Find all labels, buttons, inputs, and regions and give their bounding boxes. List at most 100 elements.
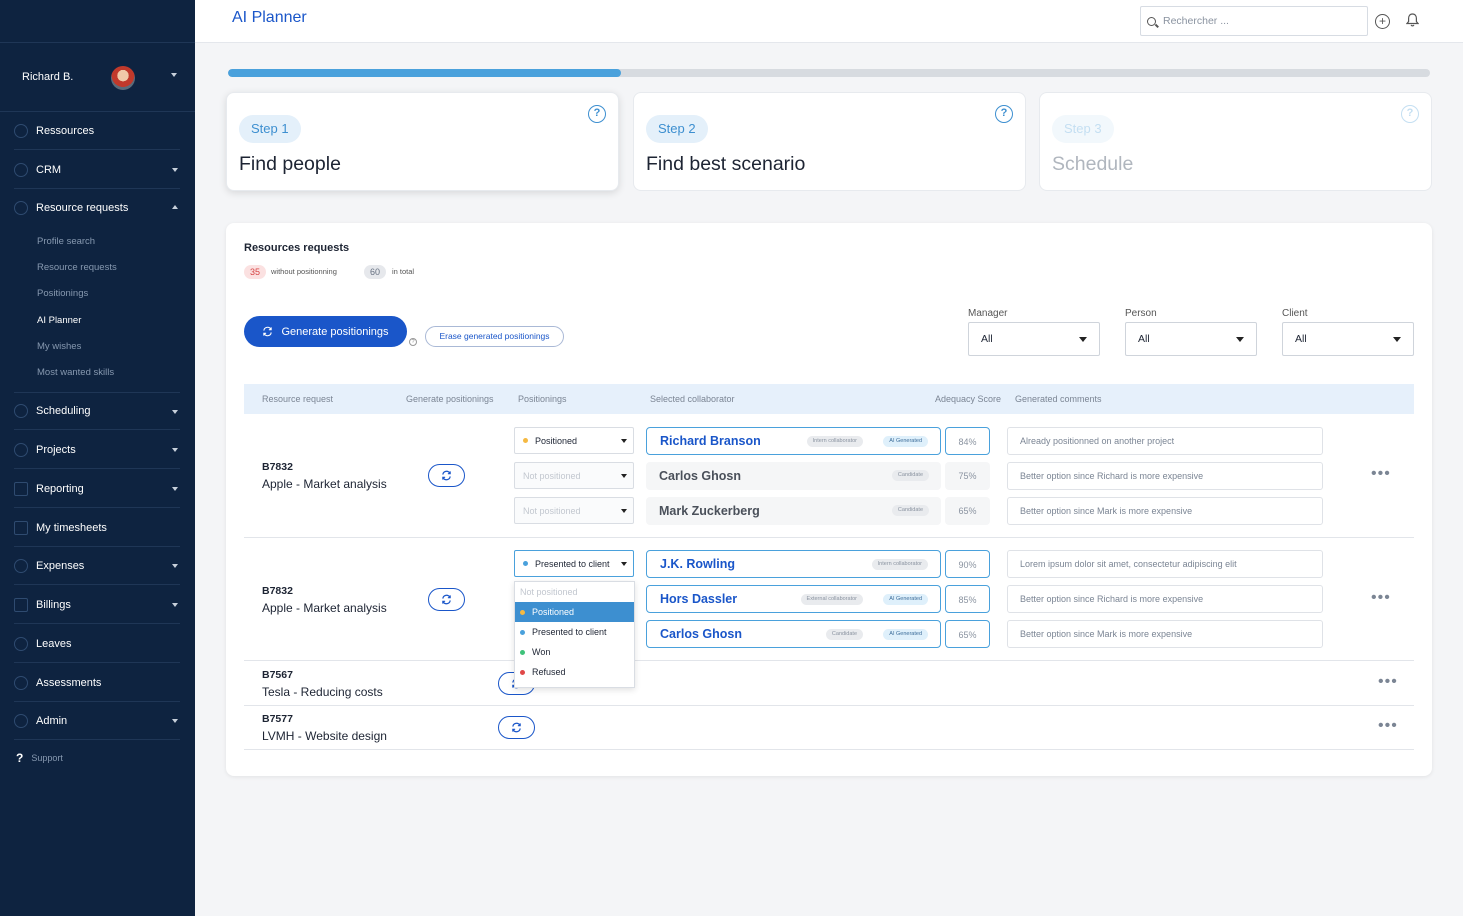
sidebar-item-resource-requests[interactable]: Resource requests	[14, 189, 180, 227]
option-label: Won	[532, 647, 551, 657]
count-total-badge: 60	[364, 265, 387, 279]
dropdown-option-refused[interactable]: Refused	[515, 662, 634, 682]
positioning-select[interactable]: Presented to client	[514, 550, 634, 577]
sidebar-sub-resource-requests[interactable]: Resource requests	[37, 262, 117, 273]
dropdown-option-positioned[interactable]: Positioned	[515, 602, 634, 622]
generated-comment[interactable]: Already positionned on another project	[1007, 427, 1323, 455]
request-name[interactable]: Apple - Market analysis	[262, 601, 387, 615]
request-name[interactable]: LVMH - Website design	[262, 729, 387, 743]
manager-filter-select[interactable]: All	[968, 322, 1100, 356]
more-options-icon[interactable]: •••	[1371, 465, 1391, 483]
collaborator-name: Hors Dassler	[660, 592, 738, 606]
chevron-up-icon	[172, 205, 178, 209]
resources-requests-panel: Resources requests 35 without positionni…	[226, 223, 1432, 776]
dropdown-option-presented[interactable]: Presented to client	[515, 622, 634, 642]
collaborator-tag: Candidate	[825, 629, 863, 640]
adequacy-score: 75%	[945, 462, 990, 490]
regenerate-button[interactable]	[498, 716, 535, 739]
sidebar-sub-profile-search[interactable]: Profile search	[37, 236, 95, 247]
support-link[interactable]: ? Support	[16, 751, 63, 765]
step-card-1[interactable]: Step 1 Find people ?	[226, 92, 619, 191]
help-icon[interactable]: ?	[409, 338, 417, 346]
table-header: Resource request Generate positionings P…	[244, 384, 1414, 414]
sidebar-item-label: Projects	[36, 443, 76, 456]
bell-icon[interactable]	[1406, 13, 1419, 27]
person-filter-select[interactable]: All	[1125, 322, 1257, 356]
search-input[interactable]	[1163, 15, 1353, 27]
generated-comment[interactable]: Better option since Mark is more expensi…	[1007, 620, 1323, 648]
search-box[interactable]	[1140, 6, 1368, 36]
more-options-icon[interactable]: •••	[1371, 589, 1391, 607]
help-icon[interactable]: ?	[995, 105, 1013, 123]
sidebar-item-label: Resource requests	[36, 202, 129, 214]
sidebar-item-label: Scheduling	[36, 405, 91, 417]
sidebar-item-ressources[interactable]: Ressources	[14, 112, 180, 150]
request-name[interactable]: Apple - Market analysis	[262, 477, 387, 491]
positioning-select[interactable]: Positioned	[514, 427, 634, 454]
sidebar-item-label: Assessments	[36, 676, 102, 689]
chevron-down-icon[interactable]	[171, 73, 177, 77]
sidebar-item-label: Reporting	[36, 482, 84, 495]
more-options-icon[interactable]: •••	[1378, 717, 1398, 735]
sidebar-item-leaves[interactable]: Leaves	[14, 625, 180, 663]
regenerate-button[interactable]	[428, 588, 465, 611]
adequacy-score: 84%	[945, 427, 990, 455]
collaborator-card[interactable]: Carlos Ghosn Candidate	[646, 462, 941, 490]
collaborator-card[interactable]: Richard Branson Intern collaborator AI Gen…	[646, 427, 941, 455]
positioning-dropdown: Not positioned Positioned Presented to c…	[514, 581, 635, 688]
generate-positionings-button[interactable]: Generate positionings	[244, 316, 407, 347]
sidebar-item-expenses[interactable]: Expenses	[14, 547, 180, 585]
sidebar-sub-my-wishes[interactable]: My wishes	[37, 341, 81, 352]
panel-title: Resources requests	[244, 242, 350, 254]
sidebar-item-projects[interactable]: Projects	[14, 431, 180, 469]
help-icon[interactable]: ?	[588, 105, 606, 123]
positioning-select[interactable]: Not positioned	[514, 462, 634, 489]
sidebar-item-crm[interactable]: CRM	[14, 151, 180, 189]
collaborator-tag: Candidate	[891, 505, 929, 516]
manager-filter-label: Manager	[968, 308, 1008, 319]
avatar[interactable]	[111, 66, 135, 90]
more-options-icon[interactable]: •••	[1378, 673, 1398, 691]
col-selected-collaborator: Selected collaborator	[650, 394, 735, 404]
sidebar-item-billings[interactable]: Billings	[14, 586, 180, 624]
regenerate-button[interactable]	[428, 464, 465, 487]
collaborator-tag: External collaborator	[800, 594, 863, 605]
generated-comment[interactable]: Better option since Richard is more expe…	[1007, 462, 1323, 490]
step-card-2[interactable]: Step 2 Find best scenario ?	[633, 92, 1026, 191]
step-card-3[interactable]: Step 3 Schedule ?	[1039, 92, 1432, 191]
collaborator-card[interactable]: Mark Zuckerberg Candidate	[646, 497, 941, 525]
sidebar-sub-positionings[interactable]: Positionings	[37, 288, 88, 299]
person-filter-label: Person	[1125, 308, 1157, 319]
sidebar-sub-most-wanted-skills[interactable]: Most wanted skills	[37, 367, 114, 378]
user-menu[interactable]: Richard B.	[0, 42, 195, 112]
request-name[interactable]: Tesla - Reducing costs	[262, 685, 383, 699]
generated-comment[interactable]: Lorem ipsum dolor sit amet, consectetur …	[1007, 550, 1323, 578]
dropdown-option-not-positioned[interactable]: Not positioned	[515, 582, 634, 602]
collaborator-card[interactable]: J.K. Rowling Intern collaborator	[646, 550, 941, 578]
sidebar-item-my-timesheets[interactable]: My timesheets	[14, 509, 180, 547]
sidebar-item-assessments[interactable]: Assessments	[14, 664, 180, 702]
sidebar-item-reporting[interactable]: Reporting	[14, 470, 180, 508]
client-filter-label: Client	[1282, 308, 1308, 319]
sidebar-item-scheduling[interactable]: Scheduling	[14, 392, 180, 430]
positioning-select[interactable]: Not positioned	[514, 497, 634, 524]
dropdown-option-won[interactable]: Won	[515, 642, 634, 662]
generated-comment[interactable]: Better option since Richard is more expe…	[1007, 585, 1323, 613]
label-without: without positionning	[271, 267, 337, 276]
col-resource-request: Resource request	[262, 394, 334, 404]
collaborator-card[interactable]: Carlos Ghosn Candidate AI Generated	[646, 620, 941, 648]
sidebar-item-admin[interactable]: Admin	[14, 702, 180, 740]
projects-icon	[14, 442, 28, 457]
erase-positionings-button[interactable]: Erase generated positionings	[425, 326, 564, 347]
step-pill: Step 3	[1052, 115, 1114, 143]
help-icon[interactable]: ?	[1401, 105, 1419, 123]
sidebar-item-label: Billings	[36, 598, 71, 611]
collaborator-name: Richard Branson	[660, 434, 761, 448]
status-value: Not positioned	[523, 470, 581, 481]
add-icon[interactable]: +	[1375, 14, 1390, 29]
client-filter-select[interactable]: All	[1282, 322, 1414, 356]
chevron-down-icon	[172, 410, 178, 414]
sidebar-sub-ai-planner[interactable]: AI Planner	[37, 315, 81, 326]
generated-comment[interactable]: Better option since Mark is more expensi…	[1007, 497, 1323, 525]
collaborator-card[interactable]: Hors Dassler External collaborator AI Gene…	[646, 585, 941, 613]
